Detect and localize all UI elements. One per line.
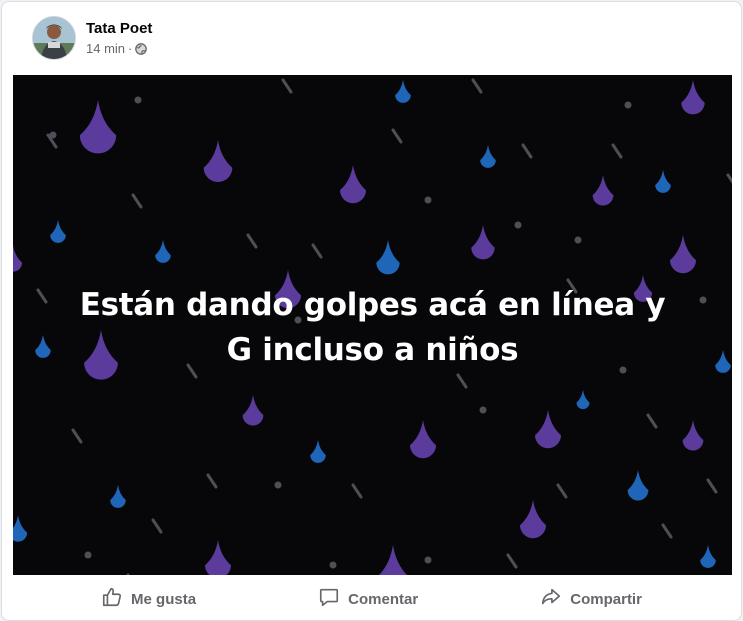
action-bar: Me gusta Comentar Compartir [2,580,741,618]
rain-streak [611,143,623,159]
rain-streak [456,373,468,389]
raindrop [13,515,28,542]
raindrop [655,170,671,193]
raindrop [682,420,704,451]
rain-dot [479,406,487,414]
separator-dot: · [128,41,133,56]
rain-streak [71,428,83,444]
raindrop [576,390,590,410]
raindrop [480,145,496,168]
raindrop [13,245,23,272]
raindrop [155,240,171,263]
rain-dot [574,236,582,244]
rain-streak [646,413,658,429]
avatar[interactable] [32,16,76,60]
thumbs-up-icon [101,586,123,612]
raindrop [681,80,705,115]
share-button[interactable]: Compartir [528,580,654,618]
rain-streak [351,483,363,499]
globe-icon [135,43,148,55]
rain-streak [246,233,258,249]
rain-dot [624,101,632,109]
post-text: Están dando golpes acá en línea y G incl… [79,287,666,368]
raindrop [670,235,696,274]
post-meta: Tata Poet 14 min · [86,19,152,57]
raindrop [203,140,233,183]
raindrop [410,420,436,459]
rain-streak [131,193,143,209]
post-card: Tata Poet 14 min · Están dando golpes ac… [1,1,742,621]
post-subline: 14 min · [86,41,152,57]
rain-streak [726,173,732,184]
post-media[interactable]: Están dando golpes acá en línea y G incl… [13,75,732,575]
rain-streak [281,78,293,94]
rain-streak [206,473,218,489]
raindrop [520,500,546,539]
rain-dot [49,131,57,139]
rain-dot [274,481,282,489]
comment-button[interactable]: Comentar [306,580,430,618]
raindrop [700,545,716,568]
rain-dot [514,221,522,229]
post-time[interactable]: 14 min [86,41,125,57]
rain-dot [84,551,92,559]
raindrop [592,175,614,206]
rain-streak [556,483,568,499]
raindrop [310,440,326,463]
raindrop [471,225,495,260]
rain-streak [706,478,718,494]
rain-dot [424,556,432,564]
like-label: Me gusta [131,590,197,608]
raindrop [627,470,649,501]
raindrop [378,545,408,575]
rain-dot [424,196,432,204]
raindrop [205,540,231,575]
rain-streak [506,553,518,569]
comment-icon [318,586,340,612]
author-name[interactable]: Tata Poet [86,19,152,39]
raindrop [535,410,561,449]
rain-streak [391,128,403,144]
post-header: Tata Poet 14 min · [32,16,152,60]
share-label: Compartir [570,590,642,608]
like-button[interactable]: Me gusta [89,580,208,618]
raindrop [242,395,264,426]
comment-label: Comentar [348,590,419,608]
raindrop [376,240,400,275]
rain-dot [329,561,337,569]
raindrop [50,220,66,243]
rain-streak [471,78,483,94]
rain-dot [134,96,142,104]
rain-streak [521,143,533,159]
raindrop [395,80,411,103]
raindrop [340,165,366,204]
rain-streak [311,243,323,259]
share-icon [540,586,562,612]
raindrop [79,100,117,154]
rain-streak [661,523,673,539]
raindrop [110,485,126,508]
rain-streak [151,518,163,534]
